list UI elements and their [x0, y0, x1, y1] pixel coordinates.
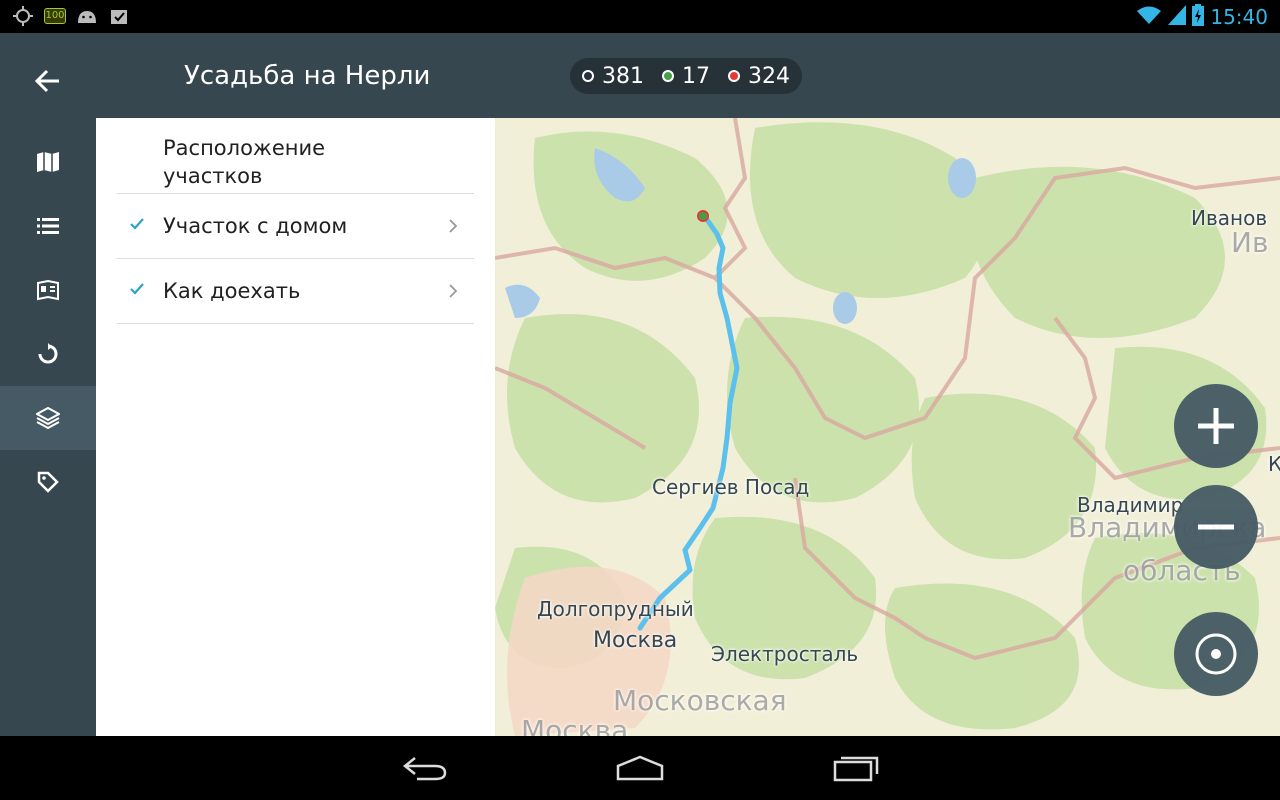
my-location-button[interactable]: [1174, 612, 1258, 696]
battery-icon: [1192, 4, 1205, 30]
sidebar-item-brochure[interactable]: [0, 258, 96, 322]
refresh-icon: [38, 343, 58, 364]
map-icon: [37, 152, 59, 172]
system-nav-bar: [0, 736, 1280, 800]
clock: 15:40: [1210, 5, 1268, 29]
layer-row-house-plot[interactable]: Участок с домом: [117, 193, 474, 258]
app-header: Усадьба на Нерли 381 17 324: [0, 33, 1280, 118]
nav-home-button[interactable]: [610, 750, 670, 786]
white-dot-icon: [582, 70, 594, 82]
wifi-icon: [1136, 5, 1162, 29]
recents-nav-icon: [833, 756, 879, 782]
map-label-moscow: Москва: [593, 628, 678, 653]
battery-badge: 100: [44, 8, 66, 24]
map-label-moscow-region: Московская: [613, 684, 787, 717]
chevron-right-icon: [448, 218, 458, 238]
gps-icon: [12, 6, 34, 26]
status-bar: 100 15:40: [0, 0, 1280, 33]
red-dot-icon: [728, 70, 740, 82]
sidebar-item-layers[interactable]: [0, 386, 96, 450]
map-label-k: К: [1268, 452, 1280, 476]
zoom-out-button[interactable]: [1174, 485, 1258, 569]
page-title: Усадьба на Нерли: [184, 61, 431, 91]
counter-free: 17: [662, 64, 710, 89]
layer-label: Участок с домом: [163, 214, 348, 238]
map-label-dolgoprudny: Долгопрудный: [537, 597, 694, 621]
layers-panel: Расположение участков Участок с домом Ка…: [96, 118, 495, 736]
back-button[interactable]: [28, 61, 68, 101]
zoom-in-button[interactable]: [1174, 384, 1258, 468]
brochure-icon: [37, 279, 59, 301]
counter-total-value: 381: [602, 63, 644, 89]
layers-icon: [36, 407, 60, 429]
layer-row-directions[interactable]: Как доехать: [117, 258, 474, 324]
minus-icon: [1198, 524, 1234, 530]
battery-100-icon: 100: [44, 6, 66, 26]
location-icon: [1195, 633, 1237, 675]
sidebar-item-map[interactable]: [0, 130, 96, 194]
map-label-ivanovo-region: Ив: [1231, 226, 1269, 259]
map-label-sergiev-posad: Сергиев Посад: [652, 475, 810, 499]
checkmark-icon: [129, 281, 145, 300]
plot-counters: 381 17 324: [570, 58, 802, 94]
map-view[interactable]: Иванов Ив Сергиев Посад Владимир Владими…: [495, 118, 1280, 736]
checkmark-icon: [129, 216, 145, 235]
arrow-left-icon: [35, 69, 59, 93]
map-label-elektrostal: Электросталь: [711, 642, 859, 666]
sidebar: [0, 118, 96, 736]
counter-sold-value: 324: [748, 63, 790, 89]
back-nav-icon: [402, 757, 447, 781]
sidebar-item-tag[interactable]: [0, 450, 96, 514]
tag-icon: [37, 471, 59, 493]
nav-recents-button[interactable]: [826, 750, 886, 786]
counter-total: 381: [582, 64, 644, 89]
task-icon: [108, 6, 130, 26]
list-icon: [37, 218, 59, 234]
map-label-moscow-city-region: Москва: [521, 714, 629, 736]
chevron-right-icon: [448, 283, 458, 303]
plus-icon: [1198, 408, 1234, 444]
counter-free-value: 17: [682, 63, 710, 89]
sidebar-item-refresh[interactable]: [0, 322, 96, 386]
nav-back-button[interactable]: [394, 750, 454, 786]
sidebar-item-list[interactable]: [0, 194, 96, 258]
android-icon: [76, 6, 98, 26]
home-nav-icon: [616, 755, 664, 781]
layer-label: Как доехать: [163, 279, 301, 303]
green-dot-icon: [662, 70, 674, 82]
signal-icon: [1168, 5, 1187, 29]
counter-sold: 324: [728, 64, 790, 89]
panel-heading: Расположение участков: [163, 136, 326, 188]
